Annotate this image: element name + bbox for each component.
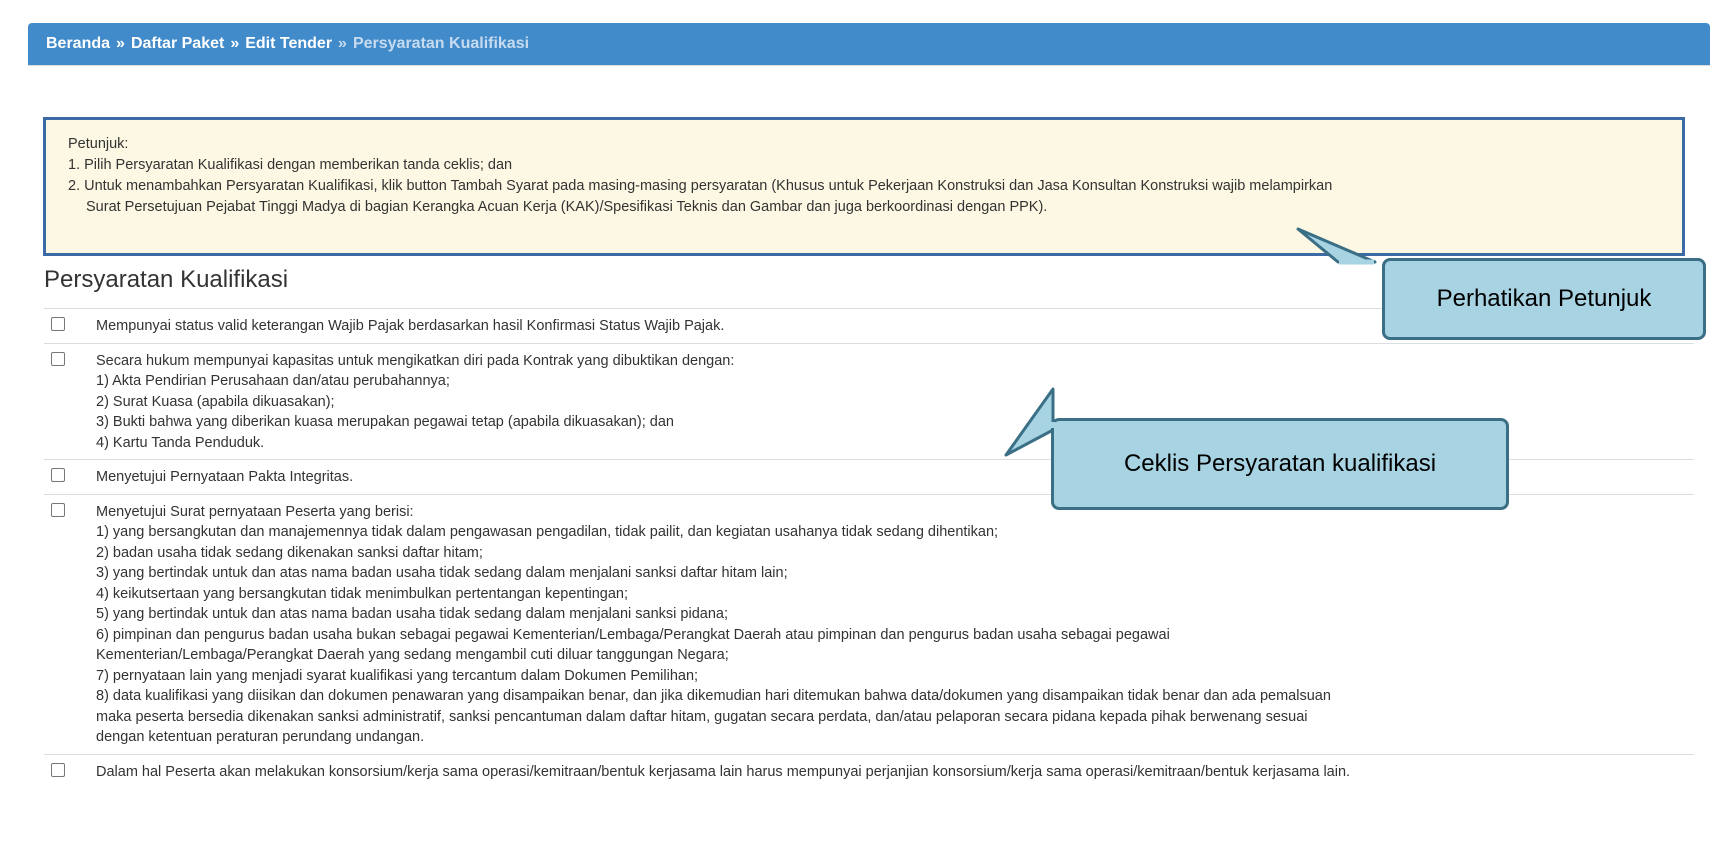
instructions-panel: Petunjuk: 1. Pilih Persyaratan Kualifika… [43, 117, 1685, 256]
requirement-text: Dalam hal Peserta akan melakukan konsors… [96, 763, 1351, 780]
requirement-subitem: 2) Surat Kuasa (apabila dikuasakan); [96, 393, 335, 410]
breadcrumb-daftar-paket-link[interactable]: Daftar Paket [131, 35, 224, 52]
requirement-subitem: maka peserta bersedia dikenakan sanksi a… [96, 708, 1308, 725]
instructions-line-2: 2. Untuk menambahkan Persyaratan Kualifi… [68, 178, 1333, 194]
breadcrumb-beranda-link[interactable]: Beranda [46, 35, 110, 52]
header-divider [28, 65, 1710, 66]
instructions-heading: Petunjuk: [68, 136, 129, 152]
requirement-subitem: 8) data kualifikasi yang diisikan dan do… [96, 688, 1331, 704]
requirement-checkbox[interactable] [51, 317, 65, 331]
requirement-checkbox[interactable] [51, 468, 65, 482]
requirement-subitem: 3) yang bertindak untuk dan atas nama ba… [96, 565, 788, 581]
requirement-subitem: 7) pernyataan lain yang menjadi syarat k… [96, 667, 699, 684]
breadcrumb: Beranda » Daftar Paket » Edit Tender » Persyar… [28, 23, 1710, 65]
callout-ceklis-persyaratan: Ceklis Persyaratan kualifikasi [1051, 418, 1509, 510]
requirement-subitem: 1) yang bersangkutan dan manajemennya ti… [96, 524, 999, 540]
requirement-checkbox[interactable] [51, 351, 65, 366]
breadcrumb-separator: » [338, 35, 347, 52]
requirement-checkbox[interactable] [51, 762, 65, 777]
instructions-line-2-cont: Surat Persetujuan Pejabat Tinggi Madya d… [86, 199, 1048, 215]
requirement-subitem: Kementerian/Lembaga/Perangkat Daerah yan… [96, 647, 729, 663]
requirement-subitem: 5) yang bertindak untuk dan atas nama ba… [96, 606, 728, 622]
section-title: Persyaratan Kualifikasi [44, 266, 289, 293]
requirement-text: Secara hukum mempunyai kapasitas untuk m… [96, 352, 735, 369]
requirement-subitem: 2) badan usaha tidak sedang dikenakan sa… [96, 544, 483, 561]
breadcrumb-separator: » [116, 35, 125, 52]
page-screen: Beranda » Daftar Paket » Edit Tender » Persyar… [0, 0, 1713, 867]
requirement-subitem: 4) keikutsertaan yang bersangkutan tidak… [96, 585, 629, 602]
requirement-row: Dalam hal Peserta akan melakukan konsors… [44, 753, 1694, 789]
breadcrumb-current: Persyaratan Kualifikasi [352, 35, 530, 52]
requirement-subitem: 1) Akta Pendirian Perusahaan dan/atau pe… [96, 373, 450, 389]
requirement-row: Menyetujui Surat pernyataan Peserta yang… [44, 493, 1694, 754]
requirement-subitem: dengan ketentuan peraturan perundang und… [96, 729, 425, 745]
breadcrumb-separator: » [230, 35, 240, 52]
instructions-line-1: 1. Pilih Persyaratan Kualifikasi dengan … [68, 157, 513, 173]
requirement-subitem: 6) pimpinan dan pengurus badan usaha buk… [96, 626, 1170, 643]
requirement-checkbox[interactable] [51, 502, 65, 517]
callout-perhatikan-petunjuk: Perhatikan Petunjuk [1382, 258, 1706, 340]
requirements-list: Mempunyai status valid keterangan Wajib … [44, 308, 1694, 788]
breadcrumb-edit-tender-link[interactable]: Edit Tender [245, 35, 332, 52]
